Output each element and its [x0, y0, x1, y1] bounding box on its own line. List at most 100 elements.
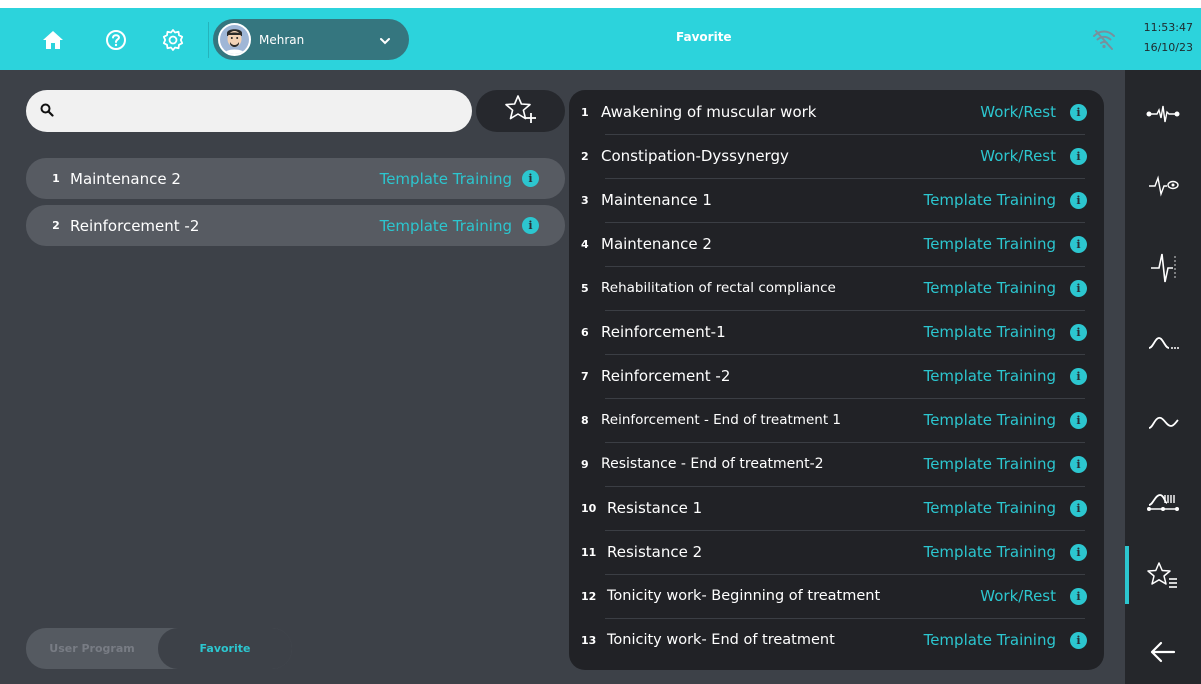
- item-name: Reinforcement-1: [601, 323, 726, 341]
- side-rail: [1125, 70, 1201, 684]
- item-name: Maintenance 2: [70, 169, 181, 188]
- list-item[interactable]: 4 Maintenance 2 Template Training i: [581, 222, 1089, 266]
- favorite-list-icon[interactable]: [1125, 536, 1201, 616]
- item-number: 2: [52, 219, 60, 232]
- item-number: 11: [581, 545, 597, 559]
- info-icon[interactable]: i: [1070, 191, 1087, 209]
- back-arrow-icon[interactable]: [1125, 612, 1201, 684]
- list-item[interactable]: 3 Maintenance 1 Template Training i: [581, 178, 1089, 222]
- item-type: Template Training: [923, 631, 1056, 649]
- info-icon[interactable]: i: [1070, 587, 1087, 605]
- top-strip: [0, 0, 1201, 8]
- curve-wave-icon[interactable]: [1125, 382, 1201, 462]
- info-icon[interactable]: i: [1070, 367, 1087, 385]
- item-number: 1: [52, 172, 60, 185]
- item-number: 13: [581, 633, 597, 647]
- item-name: Reinforcement - End of treatment 1: [601, 412, 841, 428]
- item-type: Template Training: [923, 411, 1056, 429]
- item-name: Constipation-Dyssynergy: [601, 147, 789, 165]
- item-name: Maintenance 1: [601, 191, 712, 209]
- list-item[interactable]: 11 Resistance 2 Template Training i: [581, 530, 1089, 574]
- list-item[interactable]: 10 Resistance 1 Template Training i: [581, 486, 1089, 530]
- info-icon[interactable]: i: [1070, 147, 1087, 165]
- item-type: Template Training: [923, 543, 1056, 561]
- tab-user-program[interactable]: User Program: [26, 628, 158, 669]
- user-name: Mehran: [259, 32, 305, 47]
- list-item[interactable]: 8 Reinforcement - End of treatment 1 Tem…: [581, 398, 1089, 442]
- item-number: 8: [581, 413, 589, 427]
- signal-emg-icon[interactable]: [1125, 74, 1201, 154]
- list-item[interactable]: 6 Reinforcement-1 Template Training i: [581, 310, 1089, 354]
- list-item[interactable]: 2 Reinforcement -2 Template Training i: [26, 205, 565, 246]
- item-number: 5: [581, 281, 589, 295]
- item-number: 3: [581, 193, 589, 207]
- signal-eye-icon[interactable]: [1125, 146, 1201, 226]
- user-selector[interactable]: Mehran: [213, 19, 409, 60]
- gear-icon[interactable]: [161, 28, 185, 52]
- signal-pulse-icon[interactable]: [1125, 228, 1201, 308]
- item-name: Resistance - End of treatment-2: [601, 456, 824, 472]
- item-name: Reinforcement -2: [70, 216, 200, 235]
- item-type: Template Training: [923, 279, 1056, 297]
- info-icon[interactable]: i: [1070, 279, 1087, 297]
- item-number: 10: [581, 501, 597, 515]
- star-plus-icon: [504, 94, 538, 128]
- chevron-down-icon[interactable]: [379, 30, 391, 49]
- item-type: Template Training: [379, 169, 512, 188]
- curve-bars-icon[interactable]: [1125, 462, 1201, 542]
- item-name: Maintenance 2: [601, 235, 712, 253]
- list-item[interactable]: 1 Awakening of muscular work Work/Rest i: [581, 90, 1089, 134]
- curve-dots-icon[interactable]: [1125, 302, 1201, 382]
- date-label: 16/10/23: [1143, 41, 1193, 54]
- wifi-off-icon: [1092, 30, 1116, 54]
- search-bar[interactable]: [26, 90, 472, 132]
- info-icon[interactable]: i: [522, 170, 539, 187]
- item-type: Work/Rest: [980, 103, 1056, 121]
- item-number: 12: [581, 589, 597, 603]
- info-icon[interactable]: i: [1070, 455, 1087, 473]
- add-favorite-button[interactable]: [476, 90, 565, 132]
- item-type: Template Training: [923, 323, 1056, 341]
- tab-favorite[interactable]: Favorite: [158, 628, 292, 669]
- item-number: 7: [581, 369, 589, 383]
- search-input[interactable]: [64, 103, 444, 119]
- item-type: Template Training: [923, 367, 1056, 385]
- program-list: 1 Awakening of muscular work Work/Rest i…: [569, 90, 1104, 670]
- item-type: Template Training: [923, 235, 1056, 253]
- item-type: Template Training: [923, 191, 1056, 209]
- item-type: Template Training: [923, 499, 1056, 517]
- clock: 11:53:47 16/10/23: [1129, 18, 1193, 58]
- item-number: 4: [581, 237, 589, 251]
- avatar: [218, 23, 251, 56]
- item-type: Template Training: [923, 455, 1056, 473]
- info-icon[interactable]: i: [1070, 235, 1087, 253]
- time-label: 11:53:47: [1143, 21, 1193, 34]
- info-icon[interactable]: i: [1070, 631, 1087, 649]
- list-item[interactable]: 1 Maintenance 2 Template Training i: [26, 158, 565, 199]
- page-title: Favorite: [676, 30, 732, 44]
- item-name: Awakening of muscular work: [601, 103, 817, 121]
- help-icon[interactable]: [104, 28, 128, 52]
- list-item[interactable]: 5 Rehabilitation of rectal compliance Te…: [581, 266, 1089, 310]
- list-item[interactable]: 12 Tonicity work- Beginning of treatment…: [581, 574, 1089, 618]
- search-icon: [40, 102, 54, 121]
- list-item[interactable]: 13 Tonicity work- End of treatment Templ…: [581, 618, 1089, 662]
- item-number: 2: [581, 149, 589, 163]
- item-name: Resistance 1: [607, 499, 703, 517]
- item-name: Reinforcement -2: [601, 367, 731, 385]
- home-icon[interactable]: [41, 28, 65, 52]
- info-icon[interactable]: i: [1070, 543, 1087, 561]
- toolbar-separator: [208, 22, 209, 58]
- info-icon[interactable]: i: [1070, 411, 1087, 429]
- item-type: Template Training: [379, 216, 512, 235]
- item-name: Rehabilitation of rectal compliance: [601, 280, 836, 296]
- info-icon[interactable]: i: [1070, 103, 1087, 121]
- info-icon[interactable]: i: [1070, 499, 1087, 517]
- list-item[interactable]: 9 Resistance - End of treatment-2 Templa…: [581, 442, 1089, 486]
- info-icon[interactable]: i: [1070, 323, 1087, 341]
- item-number: 9: [581, 457, 589, 471]
- list-item[interactable]: 2 Constipation-Dyssynergy Work/Rest i: [581, 134, 1089, 178]
- info-icon[interactable]: i: [522, 217, 539, 234]
- item-name: Tonicity work- Beginning of treatment: [607, 588, 881, 604]
- list-item[interactable]: 7 Reinforcement -2 Template Training i: [581, 354, 1089, 398]
